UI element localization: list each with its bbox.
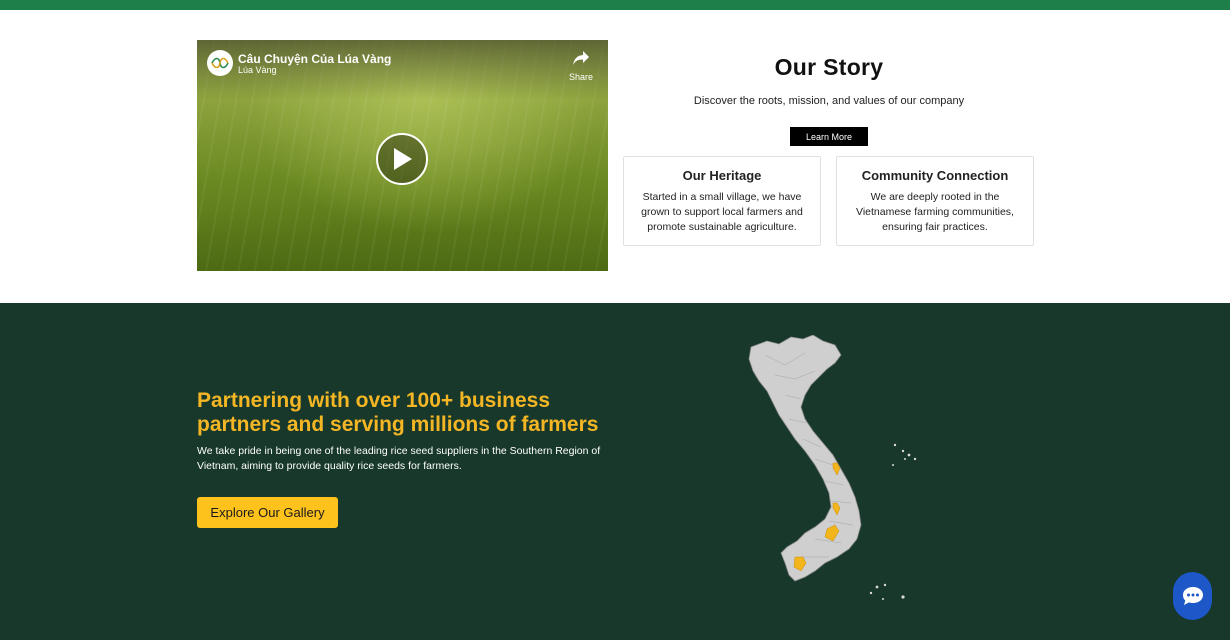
card-body: Started in a small village, we have grow… [641,191,803,233]
card-body: We are deeply rooted in the Vietnamese f… [856,191,1014,233]
video-title[interactable]: Câu Chuyện Của Lúa Vàng [238,52,391,66]
partners-headline: Partnering with over 100+ business partn… [197,389,599,436]
chat-button[interactable] [1173,572,1212,620]
story-subtitle: Discover the roots, mission, and values … [693,95,965,107]
share-arrow-icon [573,51,589,65]
partners-description: We take pride in being one of the leadin… [197,445,601,472]
story-title: Our Story [774,54,884,80]
partners-section: Partnering with over 100+ business partn… [0,303,1230,640]
heritage-card: Our Heritage Started in a small village,… [623,156,821,246]
vietnam-map-icon [748,335,917,600]
video-player[interactable]: Câu Chuyện Của Lúa Vàng Lúa Vàng Share [197,40,608,271]
share-button[interactable]: Share [568,50,594,82]
rice-leaf-logo-icon[interactable] [207,50,233,76]
play-icon [394,148,412,170]
story-header: Our Story Discover the roots, mission, a… [624,54,1034,107]
learn-more-button[interactable]: Learn More [790,127,868,146]
play-button[interactable] [376,133,428,185]
explore-gallery-button[interactable]: Explore Our Gallery [197,497,338,528]
card-title: Community Connection [861,168,1009,183]
story-section: Câu Chuyện Của Lúa Vàng Lúa Vàng Share O… [0,10,1230,303]
video-channel-name[interactable]: Lúa Vàng [238,65,277,75]
card-title: Our Heritage [682,168,762,183]
chat-bubble-icon [1182,587,1203,605]
community-card: Community Connection We are deeply roote… [836,156,1034,246]
share-label: Share [568,72,594,82]
top-accent-bar [0,0,1230,10]
